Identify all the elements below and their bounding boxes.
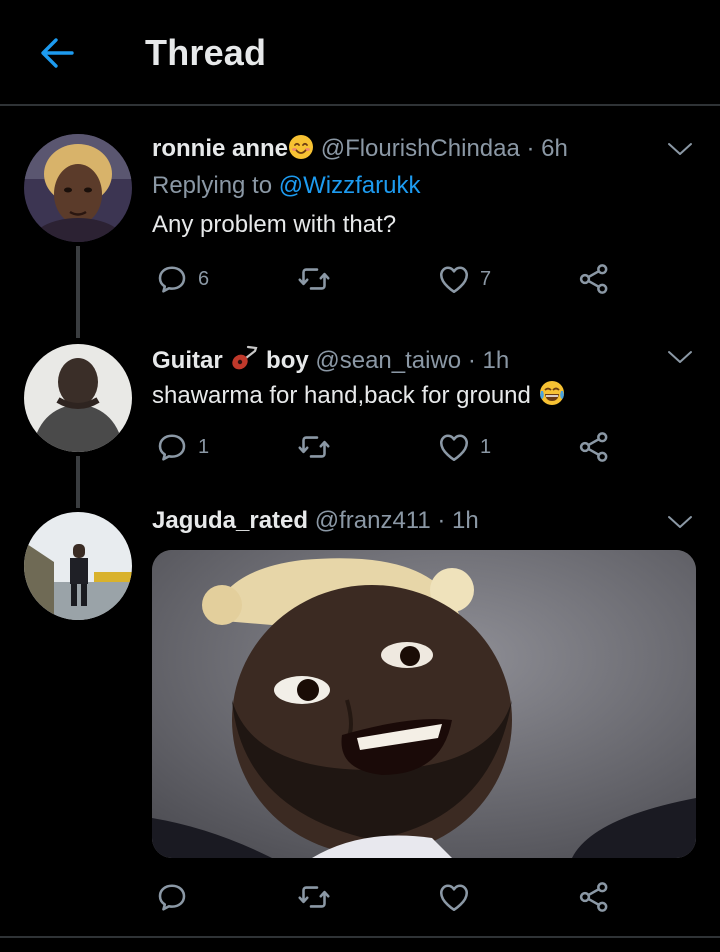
reply-button[interactable] (154, 877, 198, 917)
more-options-button[interactable] (664, 138, 696, 160)
arrow-left-icon (41, 38, 74, 68)
replying-prefix: Replying to (152, 172, 273, 199)
retweet-icon (296, 261, 332, 297)
tweet-text: shawarma for hand,back for ground (152, 379, 566, 414)
avatar[interactable] (24, 512, 132, 620)
share-button[interactable] (576, 877, 612, 917)
share-button[interactable] (576, 259, 612, 299)
display-name[interactable]: Guitar boy (152, 345, 309, 374)
mention-link[interactable]: @Wizzfarukk (279, 172, 421, 199)
divider (0, 936, 720, 938)
like-button[interactable]: 7 (436, 259, 491, 299)
comment-icon (154, 879, 190, 915)
guitar-emoji-icon (229, 344, 259, 379)
share-icon (576, 261, 612, 297)
thread-line (76, 456, 80, 508)
retweet-icon (296, 429, 332, 465)
avatar[interactable] (24, 134, 132, 242)
share-icon (576, 879, 612, 915)
back-button[interactable] (36, 32, 78, 74)
heart-icon (436, 879, 472, 915)
share-button[interactable] (576, 427, 612, 467)
comment-icon (154, 429, 190, 465)
reply-button[interactable]: 1 (154, 427, 209, 467)
retweet-button[interactable] (296, 259, 340, 299)
chevron-down-icon (664, 346, 696, 368)
more-options-button[interactable] (664, 346, 696, 368)
page-title: Thread (145, 32, 267, 73)
tweet-image[interactable] (152, 550, 696, 858)
action-bar: 6 7 (150, 259, 630, 299)
reply-count: 1 (198, 435, 210, 458)
thread-line (76, 246, 80, 338)
top-bar: Thread (0, 0, 720, 106)
reply-count: 6 (198, 267, 210, 290)
smiling-face-emoji-icon (288, 134, 314, 167)
handle[interactable]: @FlourishChindaa (321, 135, 520, 162)
handle[interactable]: @franz411 (315, 507, 431, 534)
retweet-button[interactable] (296, 877, 340, 917)
share-icon (576, 429, 612, 465)
chevron-down-icon (664, 138, 696, 160)
comment-icon (154, 261, 190, 297)
heart-icon (436, 261, 472, 297)
avatar[interactable] (24, 344, 132, 452)
display-name[interactable]: Jaguda_rated (152, 507, 308, 534)
action-bar (150, 877, 630, 917)
tweet-meta: ronnie anne @FlourishChindaa · 6h (152, 134, 568, 167)
heart-icon (436, 429, 472, 465)
display-name[interactable]: ronnie anne (152, 135, 288, 162)
like-button[interactable] (436, 877, 480, 917)
timestamp: · 6h (526, 135, 568, 162)
handle[interactable]: @sean_taiwo (315, 347, 461, 374)
tweet-meta: Jaguda_rated @franz411 · 1h (152, 507, 479, 535)
replying-to: Replying to @Wizzfarukk (152, 172, 420, 200)
like-button[interactable]: 1 (436, 427, 491, 467)
retweet-icon (296, 879, 332, 915)
more-options-button[interactable] (664, 511, 696, 533)
chevron-down-icon (664, 511, 696, 533)
tears-of-joy-emoji-icon (538, 379, 566, 414)
action-bar: 1 1 (150, 427, 630, 467)
like-count: 1 (480, 435, 492, 458)
timestamp: · 1h (437, 507, 479, 534)
retweet-button[interactable] (296, 427, 340, 467)
like-count: 7 (480, 267, 492, 290)
tweet-meta: Guitar boy @sean_taiwo · 1h (152, 344, 509, 379)
timestamp: · 1h (467, 347, 510, 374)
tweet-text: Any problem with that? (152, 211, 397, 238)
reply-button[interactable]: 6 (154, 259, 209, 299)
